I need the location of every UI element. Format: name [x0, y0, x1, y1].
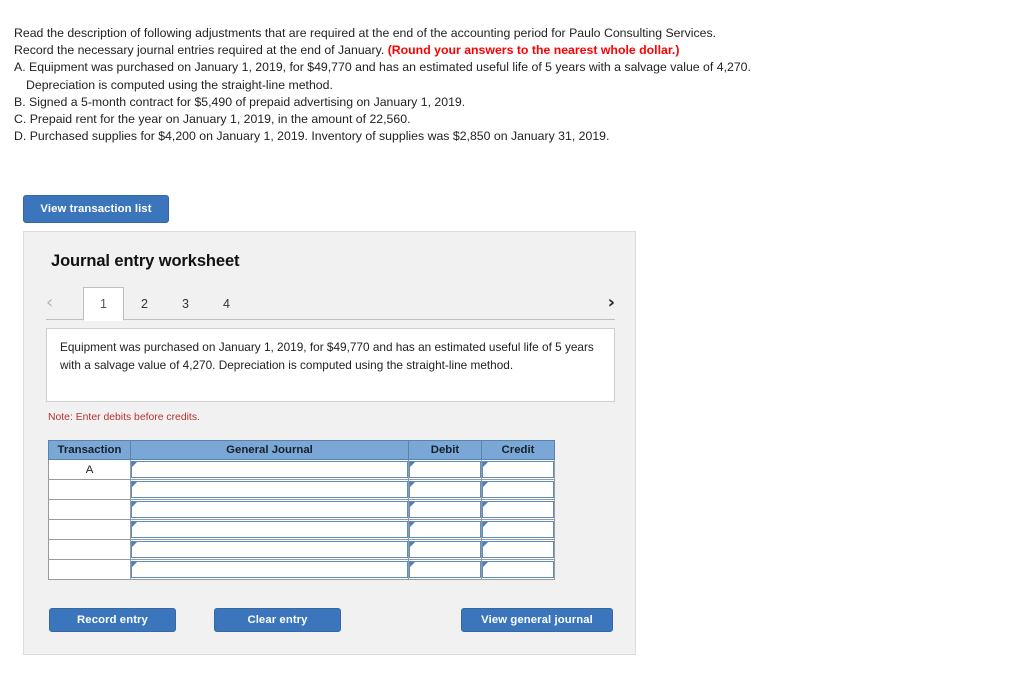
- debit-input-5[interactable]: [408, 539, 482, 560]
- problem-item-a-cont: Depreciation is computed using the strai…: [26, 77, 333, 92]
- view-general-journal-button[interactable]: View general journal: [461, 608, 613, 632]
- column-header-debit: Debit: [408, 440, 482, 460]
- transaction-label-3: [48, 499, 131, 520]
- debit-field-1[interactable]: [409, 461, 481, 478]
- table-row: [48, 519, 555, 540]
- credit-input-5[interactable]: [481, 539, 555, 560]
- table-row: [48, 539, 555, 560]
- transaction-label-5: [48, 539, 131, 560]
- debit-input-3[interactable]: [408, 499, 482, 520]
- transaction-label-4: [48, 519, 131, 540]
- table-row: A: [48, 459, 555, 480]
- transaction-label-1: A: [48, 459, 131, 480]
- general-journal-field-3[interactable]: [131, 501, 408, 518]
- journal-entry-table: Transaction General Journal Debit Credit…: [48, 440, 555, 580]
- general-journal-input-6[interactable]: [130, 559, 409, 580]
- tab-2[interactable]: 2: [124, 287, 165, 320]
- credit-input-1[interactable]: [481, 459, 555, 480]
- problem-line-2-text: Record the necessary journal entries req…: [14, 43, 388, 58]
- credit-field-2[interactable]: [482, 481, 554, 498]
- general-journal-input-4[interactable]: [130, 519, 409, 540]
- general-journal-input-3[interactable]: [130, 499, 409, 520]
- worksheet-tabstrip: ‹ 1 2 3 4 ›: [46, 287, 615, 321]
- credit-input-4[interactable]: [481, 519, 555, 540]
- clear-entry-button[interactable]: Clear entry: [214, 608, 341, 632]
- view-transaction-list-button[interactable]: View transaction list: [23, 195, 169, 223]
- credit-field-4[interactable]: [482, 521, 554, 538]
- table-header-row: Transaction General Journal Debit Credit: [48, 440, 555, 460]
- journal-entry-worksheet-panel: Journal entry worksheet ‹ 1 2 3 4 › Equi…: [23, 231, 636, 655]
- problem-item-a: A. Equipment was purchased on January 1,…: [14, 60, 751, 75]
- table-row: [48, 499, 555, 520]
- problem-statement: Read the description of following adjust…: [14, 25, 914, 145]
- debit-input-2[interactable]: [408, 479, 482, 500]
- column-header-credit: Credit: [481, 440, 555, 460]
- record-entry-button[interactable]: Record entry: [49, 608, 176, 632]
- transaction-description: Equipment was purchased on January 1, 20…: [46, 328, 615, 402]
- credit-field-6[interactable]: [482, 561, 554, 578]
- problem-item-c: C. Prepaid rent for the year on January …: [14, 112, 411, 127]
- general-journal-input-2[interactable]: [130, 479, 409, 500]
- debit-input-4[interactable]: [408, 519, 482, 540]
- debit-input-6[interactable]: [408, 559, 482, 580]
- debit-input-1[interactable]: [408, 459, 482, 480]
- problem-line-1: Read the description of following adjust…: [14, 26, 717, 40]
- general-journal-field-6[interactable]: [131, 561, 408, 578]
- table-row: [48, 559, 555, 580]
- tab-4[interactable]: 4: [206, 287, 247, 320]
- credit-field-1[interactable]: [482, 461, 554, 478]
- tab-1[interactable]: 1: [83, 287, 124, 321]
- column-header-general-journal: General Journal: [130, 440, 409, 460]
- problem-item-b: B. Signed a 5-month contract for $5,490 …: [14, 94, 466, 109]
- debit-field-6[interactable]: [409, 561, 481, 578]
- worksheet-tabs: 1 2 3 4: [83, 287, 247, 321]
- general-journal-field-5[interactable]: [131, 541, 408, 558]
- general-journal-input-5[interactable]: [130, 539, 409, 560]
- debit-field-4[interactable]: [409, 521, 481, 538]
- problem-item-d: D. Purchased supplies for $4,200 on Janu…: [14, 129, 610, 144]
- credit-input-3[interactable]: [481, 499, 555, 520]
- general-journal-field-4[interactable]: [131, 521, 408, 538]
- debit-field-3[interactable]: [409, 501, 481, 518]
- general-journal-field-1[interactable]: [131, 461, 408, 478]
- prev-tab-icon[interactable]: ‹: [46, 293, 53, 313]
- tab-3[interactable]: 3: [165, 287, 206, 320]
- general-journal-field-2[interactable]: [131, 481, 408, 498]
- problem-line-2: Record the necessary journal entries req…: [14, 42, 914, 59]
- page-title: Journal entry worksheet: [51, 252, 240, 270]
- credit-field-3[interactable]: [482, 501, 554, 518]
- table-row: [48, 479, 555, 500]
- credit-input-2[interactable]: [481, 479, 555, 500]
- transaction-label-6: [48, 559, 131, 580]
- debits-before-credits-note: Note: Enter debits before credits.: [48, 412, 200, 423]
- debit-field-2[interactable]: [409, 481, 481, 498]
- column-header-transaction: Transaction: [48, 440, 131, 460]
- rounding-instruction: (Round your answers to the nearest whole…: [387, 43, 680, 58]
- transaction-label-2: [48, 479, 131, 500]
- debit-field-5[interactable]: [409, 541, 481, 558]
- general-journal-input-1[interactable]: [130, 459, 409, 480]
- credit-input-6[interactable]: [481, 559, 555, 580]
- credit-field-5[interactable]: [482, 541, 554, 558]
- next-tab-icon[interactable]: ›: [608, 293, 615, 313]
